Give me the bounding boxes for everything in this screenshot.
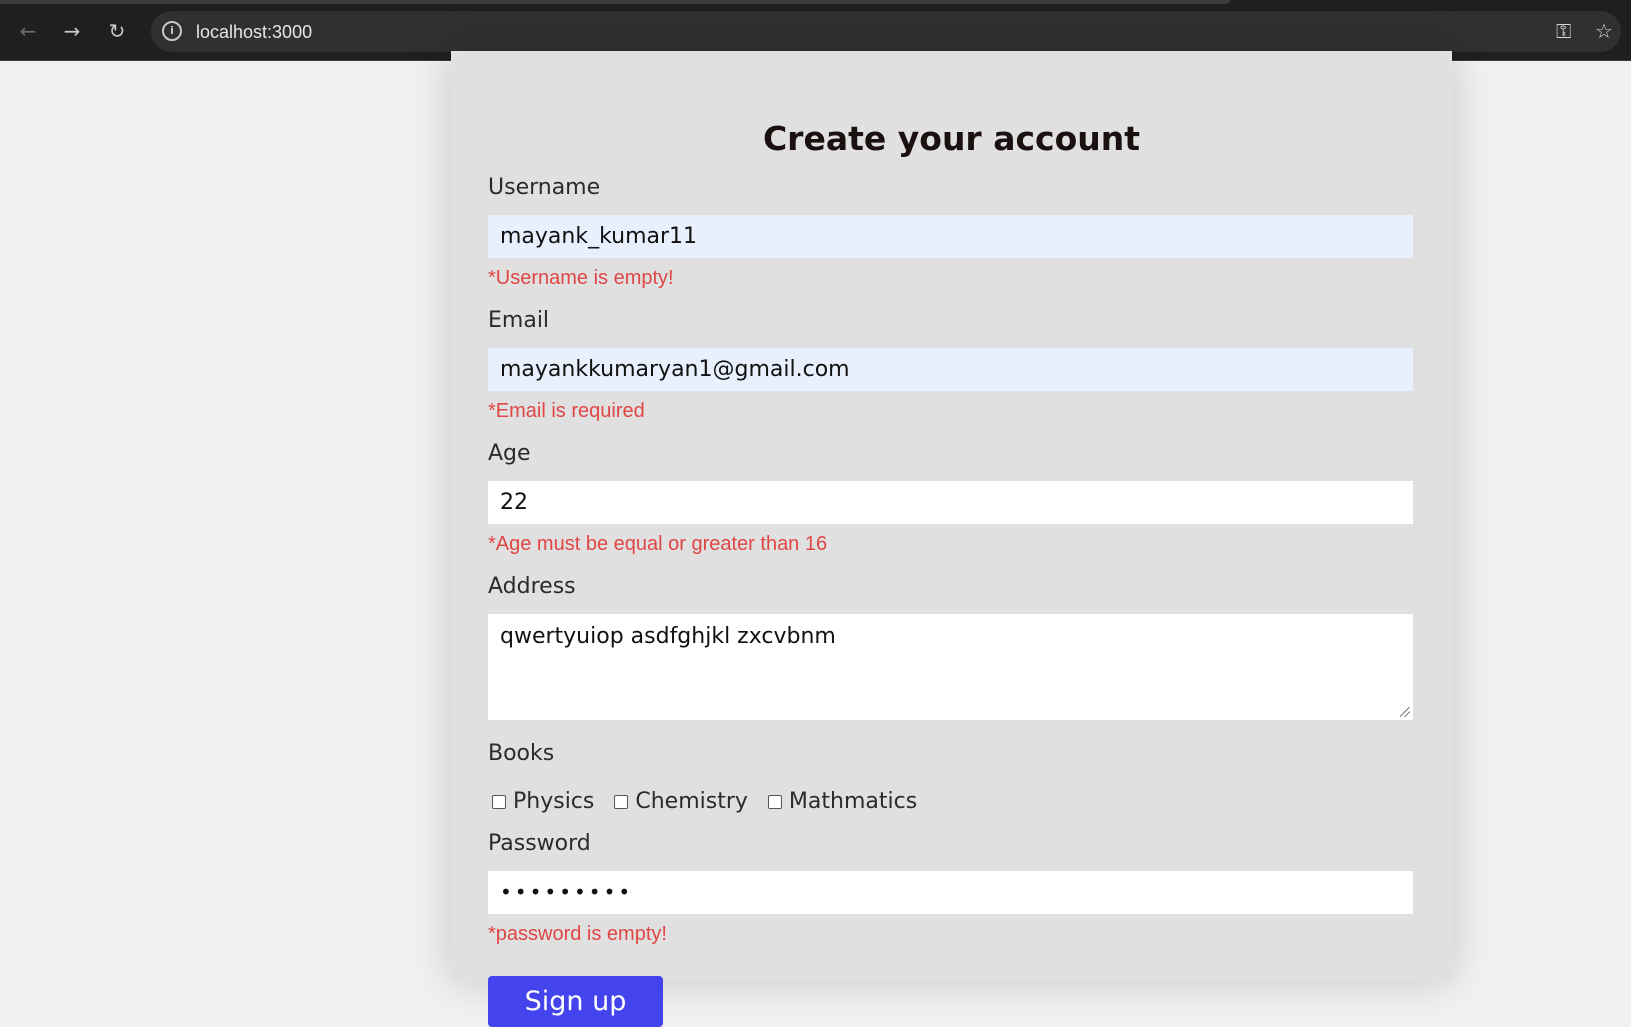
book-option-chemistry[interactable]: Chemistry — [614, 789, 748, 814]
username-label: Username — [488, 175, 601, 200]
username-input[interactable] — [488, 215, 1413, 258]
books-label: Books — [488, 741, 555, 766]
password-error: *password is empty! — [488, 923, 667, 945]
password-mask: ••••••••• — [500, 880, 634, 904]
page-title: Create your account — [762, 119, 1141, 158]
mathmatics-label[interactable]: Mathmatics — [789, 789, 917, 814]
signup-card: Create your account Username *Username i… — [451, 51, 1452, 1027]
back-icon[interactable]: ← — [14, 17, 42, 45]
chemistry-checkbox[interactable] — [614, 794, 629, 809]
address-bar[interactable]: i localhost:3000 ⚿ ☆ — [151, 11, 1621, 52]
address-label: Address — [488, 574, 576, 599]
email-label: Email — [488, 308, 550, 333]
site-info-icon[interactable]: i — [162, 21, 182, 41]
age-error: *Age must be equal or greater than 16 — [488, 533, 828, 555]
star-icon[interactable]: ☆ — [1595, 20, 1613, 42]
forward-icon[interactable]: → — [58, 17, 86, 45]
resize-handle[interactable] — [1400, 707, 1410, 717]
tab-strip-line — [0, 0, 1230, 4]
reload-icon[interactable]: ↻ — [103, 17, 131, 45]
books-checkbox-group: Physics Chemistry Mathmatics — [492, 789, 937, 814]
key-icon[interactable]: ⚿ — [1556, 20, 1571, 42]
chemistry-label[interactable]: Chemistry — [635, 789, 748, 814]
password-input[interactable]: ••••••••• — [488, 871, 1413, 914]
book-option-mathmatics[interactable]: Mathmatics — [767, 789, 917, 814]
sign-up-button[interactable]: Sign up — [488, 976, 663, 1027]
password-label: Password — [488, 831, 591, 856]
email-error: *Email is required — [488, 400, 645, 422]
page-content: Create your account Username *Username i… — [0, 51, 1631, 1027]
address-textarea[interactable]: qwertyuiop asdfghjkl zxcvbnm — [488, 614, 1413, 720]
mathmatics-checkbox[interactable] — [767, 794, 782, 809]
book-option-physics[interactable]: Physics — [492, 789, 594, 814]
tab-strip — [0, 0, 1631, 10]
username-error: *Username is empty! — [488, 267, 674, 289]
age-input[interactable] — [488, 481, 1413, 524]
physics-checkbox[interactable] — [492, 794, 506, 809]
url-text[interactable]: localhost:3000 — [196, 21, 312, 43]
physics-label[interactable]: Physics — [513, 789, 594, 814]
address-text: qwertyuiop asdfghjkl zxcvbnm — [500, 624, 836, 649]
email-input[interactable] — [488, 348, 1413, 391]
age-label: Age — [488, 441, 531, 466]
